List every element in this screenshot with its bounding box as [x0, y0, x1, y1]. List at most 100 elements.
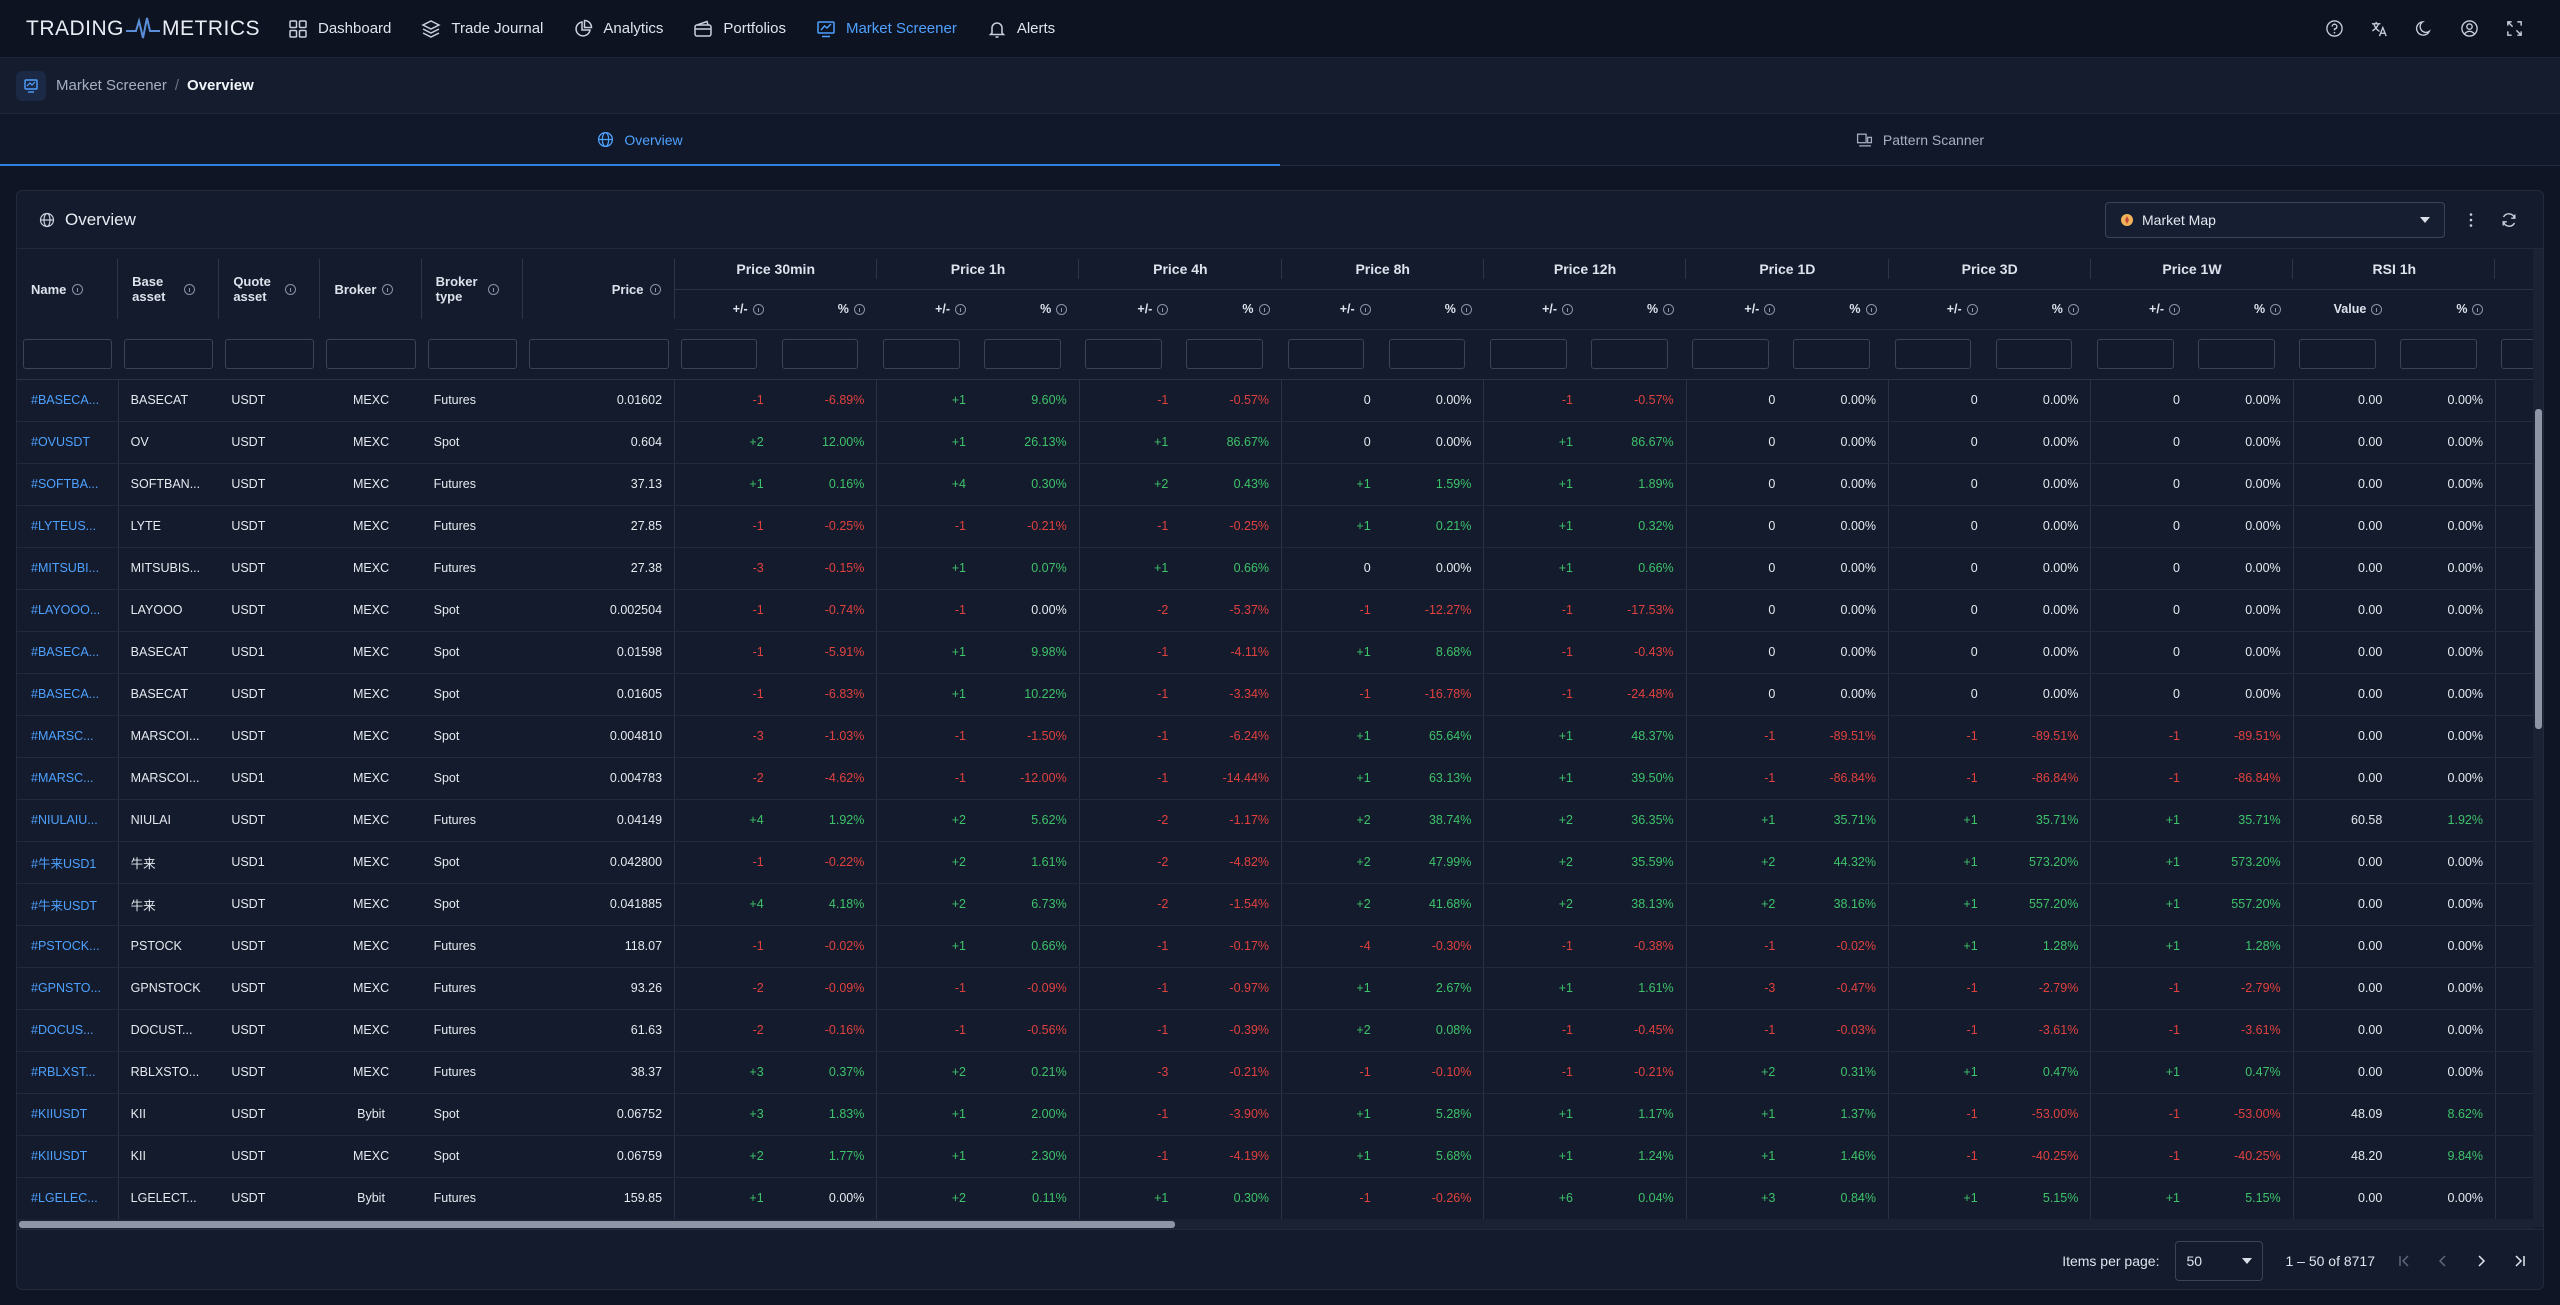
info-icon[interactable]	[955, 303, 967, 315]
column-filter-input[interactable]	[124, 338, 214, 369]
table-row[interactable]: #MARSC... MARSCOI... USD1 MEXC Spot 0.004783-…	[17, 757, 2543, 800]
column-filter-input[interactable]	[1186, 339, 1264, 369]
info-icon[interactable]	[853, 303, 865, 315]
translate-icon[interactable]	[2370, 19, 2389, 38]
previous-page-icon[interactable]	[2435, 1253, 2451, 1269]
column-filter-input[interactable]	[781, 339, 859, 369]
dark-mode-icon[interactable]	[2415, 19, 2434, 38]
column-filter-input[interactable]	[2197, 339, 2275, 369]
symbol-link[interactable]: #NIULAIU...	[17, 799, 119, 842]
symbol-link[interactable]: #PSTOCK...	[17, 925, 119, 968]
table-row[interactable]: #BASECA... BASECAT USD1 MEXC Spot 0.01598 -1 -5…	[17, 631, 2543, 674]
table-row[interactable]: #牛来USDT 牛来 USDT MEXC Spot 0.041885 +4 4.18% +2 6.…	[17, 883, 2543, 926]
table-row[interactable]: #KIIUSDT KII USDT Bybit Spot 0.06752 +3 1.83% +1…	[17, 1093, 2543, 1136]
column-filter-input[interactable]	[2096, 339, 2174, 369]
more-options-icon[interactable]	[2459, 208, 2483, 232]
info-icon[interactable]	[2472, 303, 2484, 315]
column-filter-input[interactable]	[1793, 339, 1871, 369]
column-filter-input[interactable]	[984, 339, 1061, 369]
table-row[interactable]: #PSTOCK... PSTOCK USDT MEXC Futures 118.07 -1-…	[17, 925, 2543, 968]
view-select[interactable]: Market Map	[2105, 201, 2445, 238]
column-filter-input[interactable]	[1489, 339, 1567, 369]
column-subheader[interactable]: +/-	[1483, 289, 1585, 330]
column-filter-input[interactable]	[1388, 339, 1466, 369]
info-icon[interactable]	[72, 283, 84, 295]
symbol-link[interactable]: #BASECA...	[17, 631, 119, 674]
symbol-link[interactable]: #RBLXST...	[17, 1051, 119, 1094]
column-subheader[interactable]: %	[1585, 289, 1687, 330]
info-icon[interactable]	[649, 283, 661, 295]
column-filter-input[interactable]	[1085, 339, 1162, 369]
info-icon[interactable]	[487, 283, 499, 295]
column-subheader[interactable]: +/-	[2090, 289, 2192, 330]
symbol-link[interactable]: #LGELEC...	[17, 1177, 119, 1220]
info-icon[interactable]	[752, 303, 764, 315]
table-row[interactable]: #OVUSDT OV USDT MEXC Spot 0.604 +2 12.00% +1 26.1…	[17, 421, 2543, 464]
nav-dashboard[interactable]: Dashboard	[288, 19, 391, 39]
column-filter-input[interactable]	[680, 339, 758, 369]
table-row[interactable]: #MITSUBI... MITSUBIS... USDT MEXC Futures 27.…	[17, 547, 2543, 590]
symbol-link[interactable]: #LYTEUS...	[17, 505, 119, 548]
table-row[interactable]: #RBLXST... RBLXSTO... USDT MEXC Futures 38.37…	[17, 1051, 2543, 1094]
vertical-scrollbar[interactable]	[2533, 249, 2543, 1227]
table-row[interactable]: #LAYOOO... LAYOOO USDT MEXC Spot 0.002504 -1 -0…	[17, 589, 2543, 632]
table-row[interactable]: #MARSC... MARSCOI... USDT MEXC Spot 0.004810-…	[17, 715, 2543, 758]
column-subheader[interactable]: %	[775, 289, 877, 330]
table-row[interactable]: #LYTEUS... LYTE USDT MEXC Futures 27.85 -1 -0.2…	[17, 505, 2543, 548]
vertical-scroll-thumb[interactable]	[2535, 409, 2542, 729]
symbol-link[interactable]: #LAYOOO...	[17, 589, 119, 632]
column-filter-input[interactable]	[23, 338, 113, 369]
column-header-name[interactable]: Name	[17, 249, 119, 329]
column-subheader[interactable]: +/-	[1281, 289, 1383, 330]
symbol-link[interactable]: #牛来USDT	[17, 883, 119, 926]
last-page-icon[interactable]	[2511, 1253, 2527, 1269]
column-header-quote-asset[interactable]: Quote asset	[219, 249, 321, 329]
column-filter-input[interactable]	[1995, 339, 2073, 369]
symbol-link[interactable]: #牛来USD1	[17, 841, 119, 884]
table-row[interactable]: #LGELEC... LGELECT... USDT Bybit Futures 159.…	[17, 1177, 2543, 1220]
tab-pattern-scanner[interactable]: Pattern Scanner	[1280, 114, 2560, 165]
symbol-link[interactable]: #BASECA...	[17, 379, 119, 422]
horizontal-scrollbar[interactable]	[17, 1219, 2535, 1229]
column-header-broker[interactable]: Broker	[320, 249, 422, 329]
info-icon[interactable]	[1764, 303, 1776, 315]
table-row[interactable]: #DOCUS... DOCUST... USDT MEXC Futures 61.63 -2…	[17, 1009, 2543, 1052]
nav-alerts[interactable]: Alerts	[987, 19, 1055, 39]
symbol-link[interactable]: #MARSC...	[17, 715, 119, 758]
table-row[interactable]: #BASECA... BASECAT USDT MEXC Spot 0.01605 -1 -6…	[17, 673, 2543, 716]
column-filter-input[interactable]	[225, 338, 315, 369]
column-filter-input[interactable]	[2299, 339, 2376, 369]
info-icon[interactable]	[1258, 303, 1270, 315]
next-page-icon[interactable]	[2473, 1253, 2489, 1269]
info-icon[interactable]	[1663, 303, 1675, 315]
refresh-icon[interactable]	[2497, 208, 2521, 232]
info-icon[interactable]	[382, 283, 394, 295]
column-header-price[interactable]: Price	[522, 249, 675, 329]
info-icon[interactable]	[2371, 303, 2383, 315]
table-row[interactable]: #BASECA... BASECAT USDT MEXC Futures 0.01602-…	[17, 379, 2543, 422]
column-filter-input[interactable]	[326, 338, 416, 369]
symbol-link[interactable]: #DOCUS...	[17, 1009, 119, 1052]
nav-portfolios[interactable]: Portfolios	[693, 19, 786, 39]
column-subheader[interactable]: %	[978, 289, 1080, 330]
symbol-link[interactable]: #OVUSDT	[17, 421, 119, 464]
column-filter-input[interactable]	[427, 338, 517, 369]
table-row[interactable]: #GPNSTO... GPNSTOCK USDT MEXC Futures 93.26 -2…	[17, 967, 2543, 1010]
column-subheader[interactable]: %	[1180, 289, 1282, 330]
info-icon[interactable]	[285, 283, 297, 295]
column-filter-input[interactable]	[528, 338, 669, 369]
column-subheader[interactable]: +/-	[1686, 289, 1788, 330]
horizontal-scroll-thumb[interactable]	[19, 1221, 1175, 1228]
table-row[interactable]: #牛来USD1 牛来 USD1 MEXC Spot 0.042800 -1 -0.22% +2 1…	[17, 841, 2543, 884]
symbol-link[interactable]: #MARSC...	[17, 757, 119, 800]
info-icon[interactable]	[1460, 303, 1472, 315]
info-icon[interactable]	[2067, 303, 2079, 315]
symbol-link[interactable]: #GPNSTO...	[17, 967, 119, 1010]
column-subheader[interactable]: +/-	[876, 289, 979, 330]
logo[interactable]: TRADING METRICS	[26, 16, 260, 42]
symbol-link[interactable]: #KIIUSDT	[17, 1093, 119, 1136]
info-icon[interactable]	[1562, 303, 1573, 315]
column-subheader[interactable]: %	[1989, 289, 2091, 330]
column-filter-input[interactable]	[882, 339, 960, 369]
info-icon[interactable]	[1966, 303, 1978, 315]
